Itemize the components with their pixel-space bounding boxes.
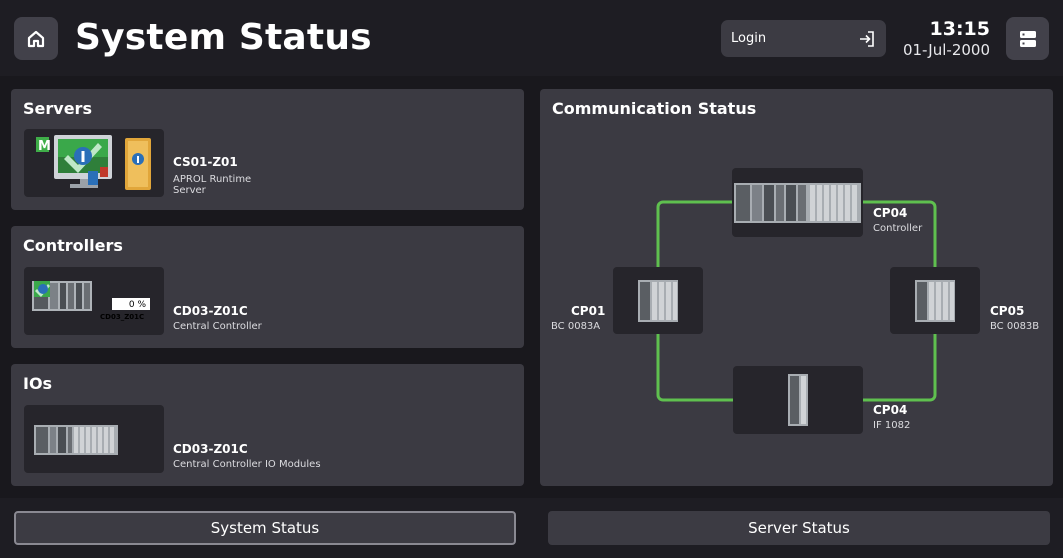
server-icon (1019, 30, 1036, 47)
ios-panel: IOs CD03-Z01C Central Controller IO Modu… (11, 364, 524, 486)
node-cp05-name: CP05 (990, 304, 1025, 318)
login-icon (860, 30, 874, 47)
header-bar: System Status Login 13:15 01-Jul-2000 (0, 0, 1063, 76)
controller-load-percent: 0 % (129, 300, 147, 310)
node-cp05[interactable] (890, 267, 980, 334)
server-badge: M (38, 139, 51, 154)
controller-thumbnail[interactable]: 0 % CD03_Z01C (24, 267, 164, 335)
controller-hardware-image (734, 182, 861, 223)
bus-coupler-image (638, 279, 678, 322)
clock: 13:15 01-Jul-2000 (880, 18, 990, 60)
controller-device-name: CD03-Z01C (173, 304, 248, 318)
server-device-name: CS01-Z01 (173, 155, 238, 169)
server-image: M (36, 135, 151, 190)
clock-date: 01-Jul-2000 (902, 41, 990, 59)
node-cp04-controller[interactable] (732, 168, 863, 237)
login-label: Login (731, 31, 767, 46)
home-button[interactable] (14, 17, 58, 60)
io-device-name: CD03-Z01C (173, 442, 248, 456)
clock-time: 13:15 (929, 18, 990, 40)
system-status-tab[interactable]: System Status (14, 511, 516, 545)
bus-coupler-image (915, 279, 955, 322)
controllers-title: Controllers (23, 236, 123, 255)
interface-module-image (788, 374, 808, 426)
node-cp01-name: CP01 (571, 304, 606, 318)
server-thumbnail[interactable]: M (24, 129, 164, 197)
controller-thumb-caption: CD03_Z01C (100, 313, 144, 321)
controller-image: 0 % CD03_Z01C (32, 281, 150, 321)
login-button[interactable]: Login (721, 20, 886, 57)
controllers-panel: Controllers 0 % CD03_Z01C CD03-Z01C Cent… (11, 226, 524, 348)
server-device-desc-line2: Server (173, 185, 206, 196)
node-cp01-desc: BC 0083A (551, 321, 601, 332)
node-cp05-desc: BC 0083B (990, 321, 1040, 332)
home-icon (27, 30, 45, 47)
node-cp04-interface[interactable] (733, 366, 863, 434)
ios-title: IOs (23, 374, 53, 393)
controller-device-desc: Central Controller (173, 321, 262, 332)
io-thumbnail[interactable] (24, 405, 164, 473)
node-cp04-interface-name: CP04 (873, 403, 908, 417)
communication-panel: Communication Status CP04 Controller CP0… (540, 89, 1053, 486)
servers-panel: Servers M CS01-Z01 APROL Runtime Server (11, 89, 524, 210)
server-device-desc-line1: APROL Runtime (173, 174, 252, 185)
node-cp01[interactable] (613, 267, 703, 334)
node-cp04-controller-name: CP04 (873, 206, 908, 220)
servers-title: Servers (23, 99, 92, 118)
server-menu-button[interactable] (1006, 17, 1049, 60)
node-cp04-controller-desc: Controller (873, 223, 923, 234)
server-status-tab[interactable]: Server Status (548, 511, 1050, 545)
page-title: System Status (75, 17, 372, 58)
io-modules-image (34, 425, 118, 455)
node-cp04-interface-desc: IF 1082 (873, 420, 911, 431)
footer-bar: System Status Server Status (0, 498, 1063, 558)
io-device-desc: Central Controller IO Modules (173, 459, 321, 470)
